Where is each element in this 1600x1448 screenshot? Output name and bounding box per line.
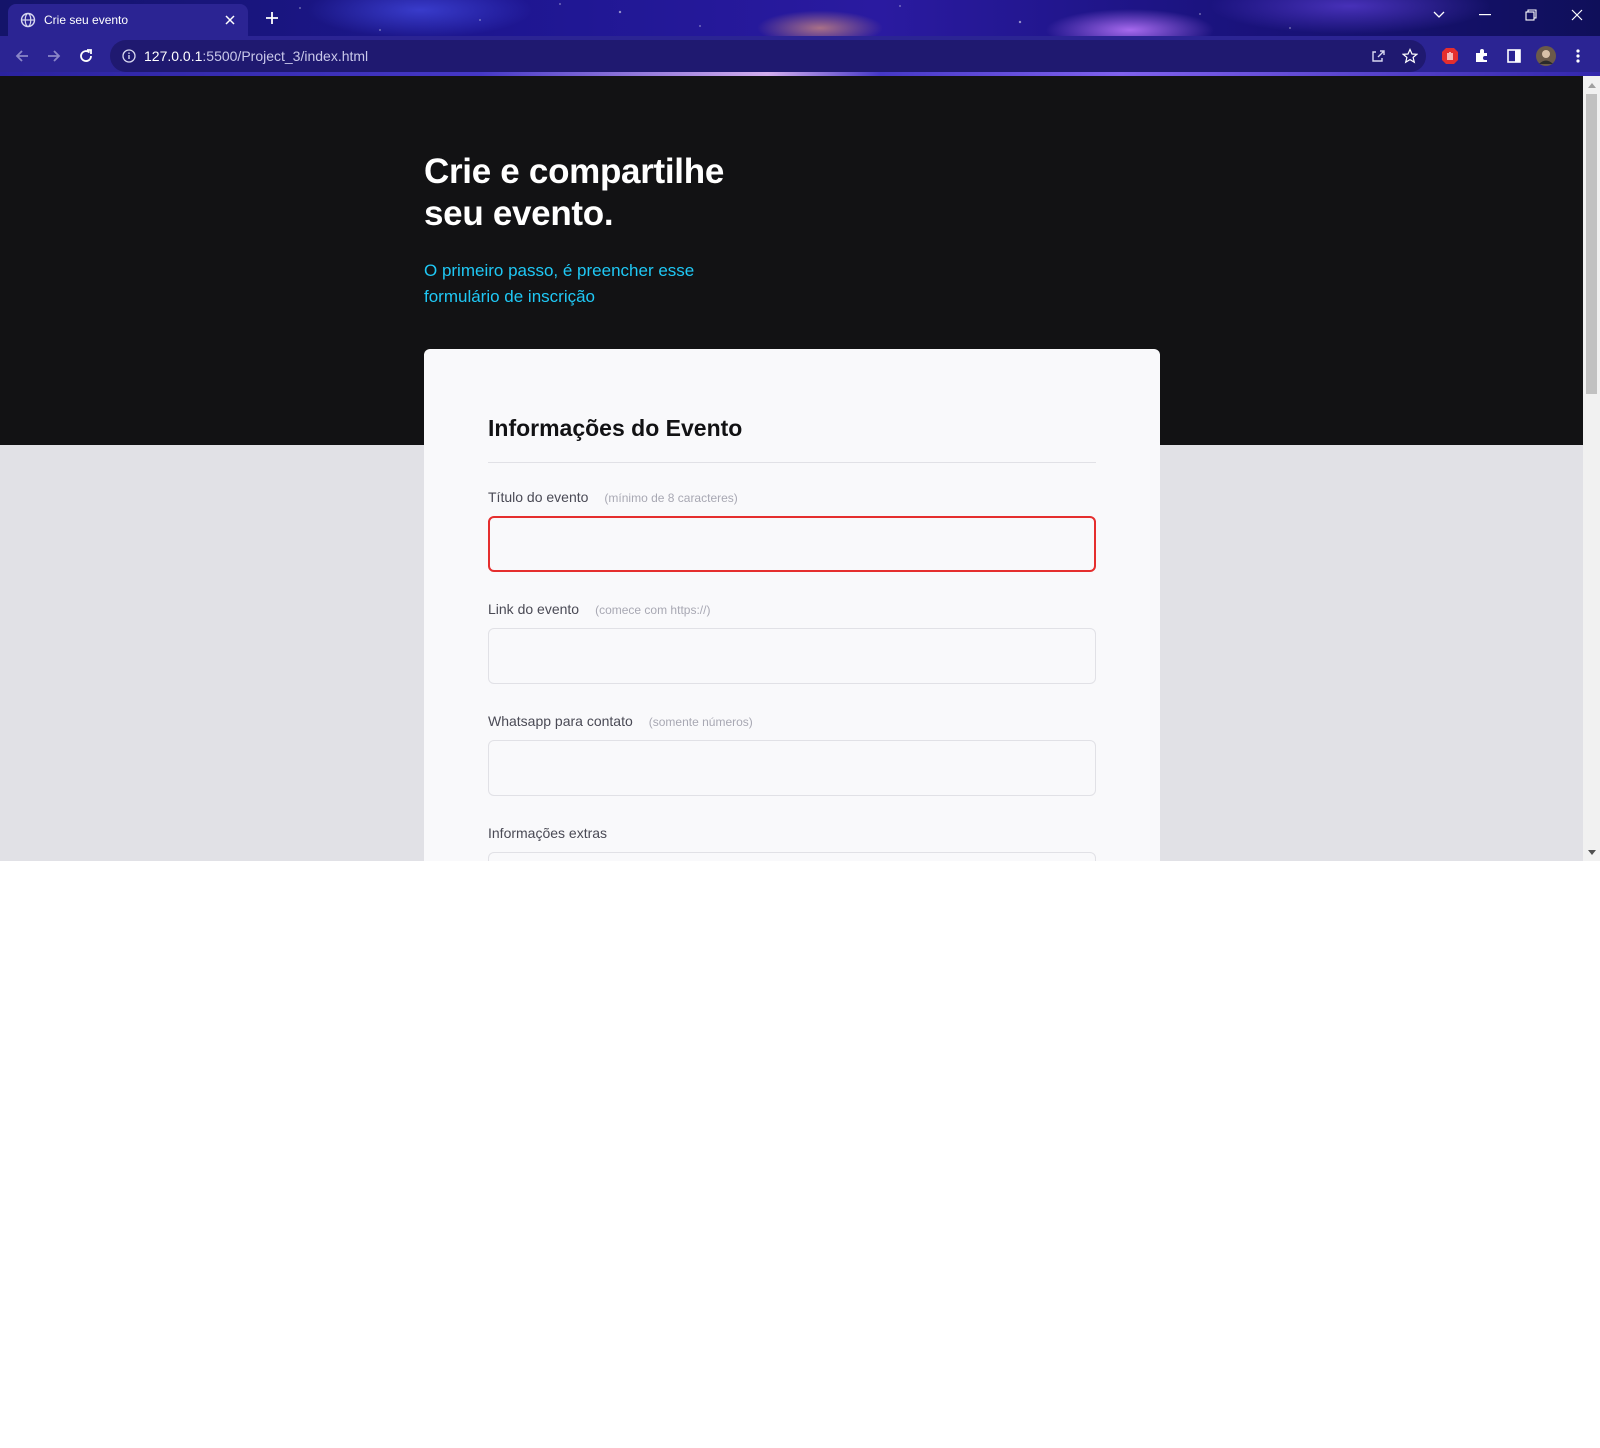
close-icon[interactable] (222, 12, 238, 28)
divider (488, 462, 1096, 463)
page-viewport: Crie e compartilhe seu evento. O primeir… (0, 76, 1583, 861)
event-link-input[interactable] (488, 628, 1096, 684)
browser-window: Crie seu evento 127.0.0.1:5500/Project_… (0, 0, 1600, 861)
hint-text: (somente números) (648, 715, 753, 729)
label-text: Título do evento (488, 489, 589, 505)
extra-info-input[interactable] (488, 852, 1096, 861)
field-label-link: Link do evento (comece com https://) (488, 601, 710, 617)
label-text: Informações extras (488, 825, 608, 841)
hint-text: (comece com https://) (595, 603, 711, 617)
globe-icon (20, 12, 36, 28)
scroll-thumb[interactable] (1586, 94, 1597, 394)
restore-icon[interactable] (1508, 0, 1554, 30)
star-icon[interactable] (1396, 42, 1424, 70)
url-path: :5500/Project_3/index.html (202, 48, 369, 64)
label-text: Link do evento (488, 601, 580, 617)
label-text: Whatsapp para contato (488, 713, 633, 729)
hint-text: (mínimo de 8 caracteres) (604, 491, 738, 505)
page-title: Crie e compartilhe seu evento. (424, 152, 724, 233)
forward-arrow-icon[interactable] (40, 42, 68, 70)
reload-icon[interactable] (72, 42, 100, 70)
back-arrow-icon[interactable] (8, 42, 36, 70)
minimize-icon[interactable] (1462, 0, 1508, 30)
event-title-input[interactable] (488, 516, 1096, 572)
event-form-card: Informações do Evento Título do evento (… (424, 349, 1160, 861)
side-panel-icon[interactable] (1500, 42, 1528, 70)
kebab-menu-icon[interactable] (1564, 42, 1592, 70)
address-bar[interactable]: 127.0.0.1:5500/Project_3/index.html (110, 40, 1426, 72)
stop-hand-icon[interactable] (1436, 42, 1464, 70)
page-subtitle: O primeiro passo, é preencher esse formu… (424, 261, 695, 306)
field-label-title: Título do evento (mínimo de 8 caracteres… (488, 489, 738, 505)
close-window-icon[interactable] (1554, 0, 1600, 30)
share-icon[interactable] (1364, 42, 1392, 70)
scroll-down-icon[interactable] (1583, 844, 1600, 861)
field-label-whatsapp: Whatsapp para contato (somente números) (488, 713, 753, 729)
tab-active[interactable]: Crie seu evento (8, 4, 248, 36)
whatsapp-input[interactable] (488, 740, 1096, 796)
tab-title: Crie seu evento (44, 13, 129, 27)
tab-strip: Crie seu evento (0, 0, 1600, 36)
form-heading: Informações do Evento (488, 415, 743, 441)
page-scrollbar[interactable] (1583, 76, 1600, 861)
puzzle-icon[interactable] (1468, 42, 1496, 70)
avatar[interactable] (1532, 42, 1560, 70)
scroll-up-icon[interactable] (1583, 76, 1600, 93)
field-label-extra: Informações extras (488, 825, 607, 841)
tab-search-icon[interactable] (1416, 0, 1462, 30)
url-host: 127.0.0.1 (144, 48, 203, 64)
info-icon[interactable] (122, 49, 136, 63)
plus-icon[interactable] (260, 6, 284, 30)
